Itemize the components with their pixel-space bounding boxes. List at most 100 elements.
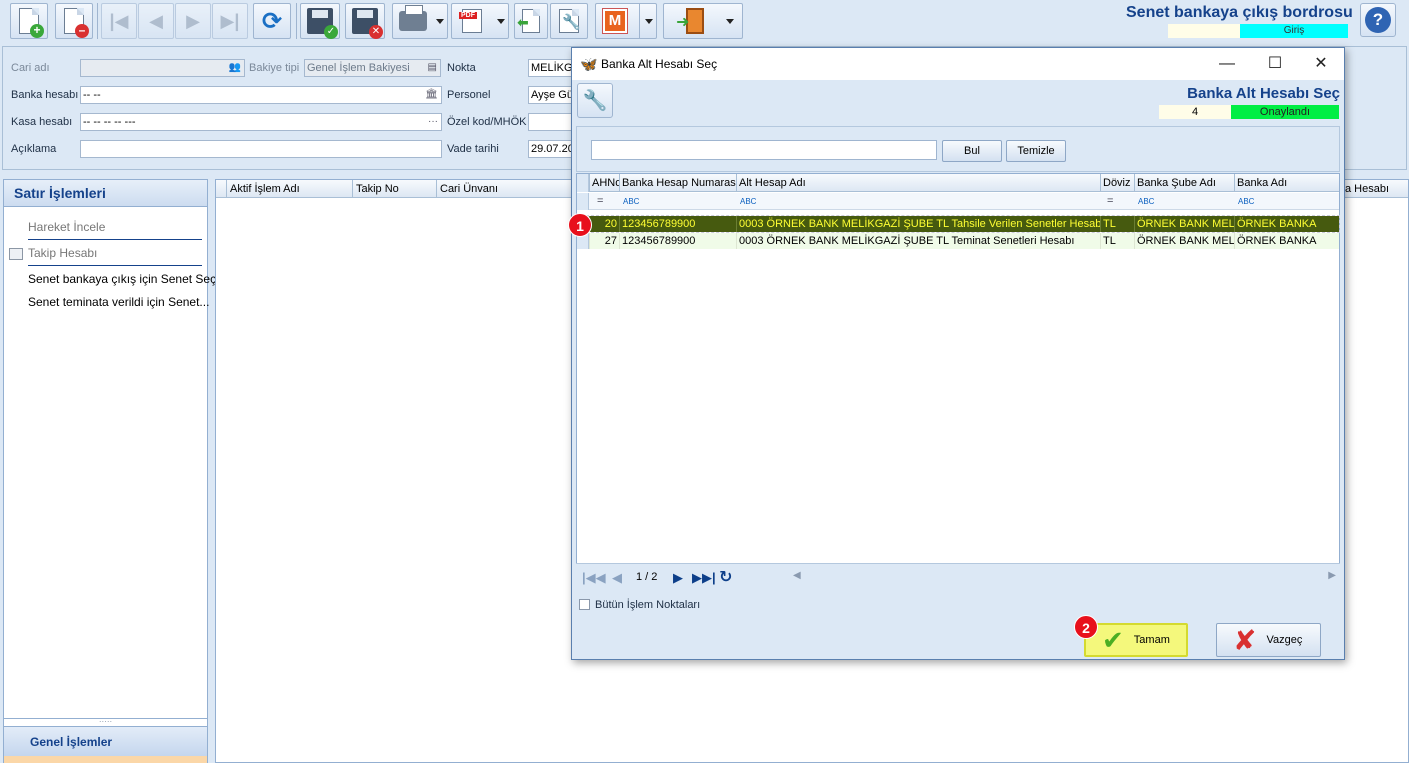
maximize-button[interactable]: ☐ <box>1260 53 1290 75</box>
cell-banka-hesap-no: 123456789900 <box>619 233 736 249</box>
people-icon[interactable]: 👥 <box>229 60 241 76</box>
column-banka-sube-adi[interactable]: Banka Şube Adı <box>1134 174 1234 192</box>
import-button[interactable]: ⬅ <box>514 3 548 39</box>
filter-banka-adi[interactable]: ABC <box>1236 193 1339 209</box>
column-ahno[interactable]: AHNo <box>589 174 619 192</box>
filter-banka-hesap-no[interactable]: ABC <box>621 193 736 209</box>
page-status: Giriş <box>1168 24 1348 38</box>
last-page-icon[interactable]: ▶▶| <box>692 570 716 586</box>
bakiye-tipi-field[interactable]: Genel İşlem Bakiyesi ▤ <box>304 59 441 77</box>
column-hesabi[interactable]: a Hesabı <box>1342 180 1408 198</box>
personel-field[interactable]: Ayşe Gül <box>528 86 572 104</box>
dialog-settings-button[interactable]: 🔧 <box>577 83 613 118</box>
refresh-icon: ⟳ <box>261 7 283 35</box>
previous-page-icon[interactable]: ◀ <box>612 570 622 586</box>
ozel-kod-label: Özel kod/MHÖK <box>447 116 527 128</box>
bank-icon[interactable]: 🏛 <box>425 87 438 103</box>
all-points-checkbox[interactable] <box>579 599 590 610</box>
ok-button[interactable]: ✔ Tamam <box>1084 623 1188 657</box>
find-button[interactable]: Bul <box>942 140 1002 162</box>
last-record-button[interactable]: ▶| <box>212 3 248 39</box>
previous-record-icon: ◀ <box>149 10 163 31</box>
refresh-button[interactable]: ⟳ <box>253 3 291 39</box>
takip-hesabi-icon <box>9 248 23 260</box>
close-button[interactable]: ✕ <box>1306 53 1336 75</box>
ellipsis-icon[interactable]: ··· <box>428 114 438 130</box>
panel-splitter[interactable]: ····· <box>4 718 207 726</box>
save-button[interactable]: ✓ <box>300 3 340 39</box>
column-aktif-islem-adi[interactable]: Aktif İşlem Adı <box>226 180 352 198</box>
scroll-right-icon[interactable]: ▶ <box>1328 570 1336 581</box>
next-page-icon[interactable]: ▶ <box>673 570 683 586</box>
cell-alt-hesap-adi: 0003 ÖRNEK BANK MELİKGAZİ ŞUBE TL Temina… <box>736 233 1100 249</box>
checkmark-icon: ✔ <box>1102 624 1124 655</box>
dialog-heading: Banka Alt Hesabı Seç <box>1187 85 1340 102</box>
table-row[interactable]: 27 123456789900 0003 ÖRNEK BANK MELİKGAZ… <box>577 233 1339 249</box>
column-takip-no[interactable]: Takip No <box>352 180 436 198</box>
column-doviz[interactable]: Döviz <box>1100 174 1134 192</box>
m-module-button[interactable]: M <box>595 3 657 39</box>
column-cari-unvani[interactable]: Cari Ünvanı <box>436 180 576 198</box>
aciklama-field[interactable] <box>80 140 442 158</box>
column-alt-hesap-adi[interactable]: Alt Hesap Adı <box>736 174 1100 192</box>
item-underline <box>28 239 202 240</box>
table-row[interactable]: 20 123456789900 0003 ÖRNEK BANK MELİKGAZ… <box>576 215 1340 233</box>
print-button[interactable] <box>392 3 448 39</box>
first-record-button[interactable]: |◀ <box>101 3 137 39</box>
delete-button[interactable]: – <box>55 3 93 39</box>
cancel-button[interactable]: ✘ Vazgeç <box>1216 623 1321 657</box>
grid-header: AHNo Banka Hesap Numarası Alt Hesap Adı … <box>577 174 1339 192</box>
all-points-checkbox-row[interactable]: Bütün İşlem Noktaları <box>579 599 700 611</box>
new-button[interactable]: + <box>10 3 48 39</box>
settings-button[interactable]: 🔧 <box>550 3 588 39</box>
column-banka-adi[interactable]: Banka Adı <box>1234 174 1339 192</box>
search-input[interactable] <box>591 140 937 160</box>
cari-adi-field[interactable]: 👥 <box>80 59 245 77</box>
hareket-incele-item[interactable]: Hareket İncele <box>28 220 105 234</box>
first-page-icon[interactable]: |◀◀ <box>582 570 606 586</box>
cell-banka-adi: ÖRNEK BANKA <box>1234 233 1339 249</box>
filter-doviz[interactable]: = <box>1105 193 1134 209</box>
horizontal-scrollbar[interactable]: ◀ ▶ <box>791 568 1339 587</box>
filter-ahno[interactable]: = <box>595 193 619 209</box>
save-cancel-button[interactable]: ✕ <box>345 3 385 39</box>
exit-button[interactable] <box>663 3 743 39</box>
next-record-button[interactable]: ▶ <box>175 3 211 39</box>
dialog-status: 4 Onaylandı <box>1159 105 1339 119</box>
column-banka-hesap-no[interactable]: Banka Hesap Numarası <box>619 174 736 192</box>
pdf-export-button[interactable]: PDF <box>451 3 509 39</box>
account-grid: AHNo Banka Hesap Numarası Alt Hesap Adı … <box>576 173 1340 591</box>
kasa-hesabi-field[interactable]: -- -- -- -- --- ··· <box>80 113 442 131</box>
list-icon[interactable]: ▤ <box>428 60 437 76</box>
chevron-down-icon <box>497 19 505 24</box>
status-blank <box>1168 24 1240 38</box>
cell-banka-sube-adi: ÖRNEK BANK MELİK <box>1134 233 1234 249</box>
reload-icon[interactable]: ↻ <box>719 567 732 587</box>
minimize-button[interactable]: — <box>1212 53 1242 75</box>
cari-adi-label: Cari adı <box>11 62 50 74</box>
cell-alt-hesap-adi: 0003 ÖRNEK BANK MELİKGAZİ ŞUBE TL Tahsil… <box>736 216 1100 232</box>
dialog-titlebar[interactable]: 🦋 Banka Alt Hesabı Seç — ☐ ✕ <box>572 48 1344 80</box>
cell-banka-sube-adi: ÖRNEK BANK MELİK <box>1134 216 1234 232</box>
genel-islemler-section[interactable]: Genel İşlemler <box>4 726 207 756</box>
chevron-down-icon <box>645 19 653 24</box>
ozel-kod-field[interactable] <box>528 113 572 131</box>
chevron-down-icon <box>726 19 734 24</box>
filter-banka-sube-adi[interactable]: ABC <box>1136 193 1234 209</box>
senet-sec-item[interactable]: Senet bankaya çıkış için Senet Seç <box>28 272 216 286</box>
banka-hesabi-field[interactable]: -- -- 🏛 <box>80 86 442 104</box>
vade-tarihi-field[interactable]: 29.07.20 <box>528 140 572 158</box>
senet-teminat-item[interactable]: Senet teminata verildi için Senet... <box>28 295 209 309</box>
takip-hesabi-item[interactable]: Takip Hesabı <box>28 246 97 260</box>
pdf-export-icon: PDF <box>459 9 482 33</box>
status-badge: Onaylandı <box>1231 105 1339 119</box>
filter-alt-hesap-adi[interactable]: ABC <box>738 193 1100 209</box>
nokta-field[interactable]: MELİKGA <box>528 59 572 77</box>
clear-button[interactable]: Temizle <box>1006 140 1066 162</box>
help-button[interactable]: ? <box>1360 3 1396 37</box>
nokta-value: MELİKGA <box>531 62 572 74</box>
filter-icon[interactable] <box>577 193 589 210</box>
scroll-left-icon[interactable]: ◀ <box>793 570 801 581</box>
previous-record-button[interactable]: ◀ <box>138 3 174 39</box>
ok-label: Tamam <box>1133 634 1170 646</box>
